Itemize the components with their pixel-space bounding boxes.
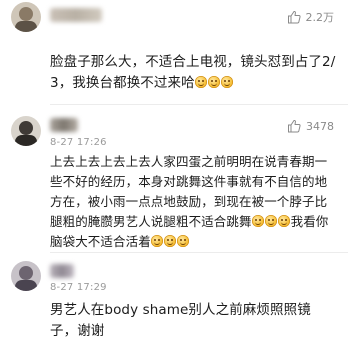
laughing-emoji-icon: [164, 235, 177, 247]
like-button[interactable]: 3478: [287, 119, 334, 133]
avatar[interactable]: [11, 2, 41, 32]
like-count: 2.2万: [305, 11, 335, 24]
avatar-image: [11, 2, 41, 32]
comment-item: 2.2万 脸盘子那么大，不适合上电视，镜头怼到占了2/3，我换台都换不过来哈: [0, 0, 348, 100]
username-blurred[interactable]: [50, 264, 74, 278]
comment-text: 男艺人在body shame别人之前麻烦照照镜子，谢谢: [50, 302, 311, 339]
laughing-emoji-icon: [221, 76, 234, 88]
laughing-emoji-icon: [195, 76, 208, 88]
laughing-emoji-icon: [208, 76, 221, 88]
comment-body: 脸盘子那么大，不适合上电视，镜头怼到占了2/3，我换台都换不过来哈: [50, 54, 336, 91]
avatar[interactable]: [11, 116, 41, 146]
smiling-emoji-icon: [265, 215, 278, 227]
username-blurred[interactable]: [50, 8, 102, 22]
laughing-emoji-icon: [151, 235, 164, 247]
thumbs-up-icon: [288, 119, 301, 133]
like-button[interactable]: 2.2万: [287, 9, 335, 25]
smiling-emoji-icon: [278, 215, 291, 227]
comment-item: 8-27 17:26 3478 上去上去上去上去人家四蛋之前明明在说青春期一些不…: [0, 106, 348, 256]
comment-item: 8-27 17:29 男艺人在body shame别人之前麻烦照照镜子，谢谢: [0, 252, 348, 339]
smiling-emoji-icon: [252, 215, 265, 227]
avatar[interactable]: [11, 261, 41, 291]
comment-time: 8-27 17:29: [50, 282, 107, 293]
like-count: 3478: [306, 119, 334, 133]
divider: [50, 104, 348, 105]
avatar-image: [11, 261, 41, 291]
laughing-emoji-icon: [177, 235, 190, 247]
comment-text: 上去上去上去上去人家四蛋之前明明在说青春期一些不好的经历，本身对跳舞这件事就有不…: [50, 152, 336, 252]
comment-time: 8-27 17:26: [50, 137, 107, 148]
thumbs-up-icon: [287, 10, 301, 24]
comment-text: 脸盘子那么大，不适合上电视，镜头怼到占了2/3，我换台都换不过来哈: [50, 52, 336, 94]
username-blurred[interactable]: [50, 118, 78, 132]
avatar-image: [11, 116, 41, 146]
